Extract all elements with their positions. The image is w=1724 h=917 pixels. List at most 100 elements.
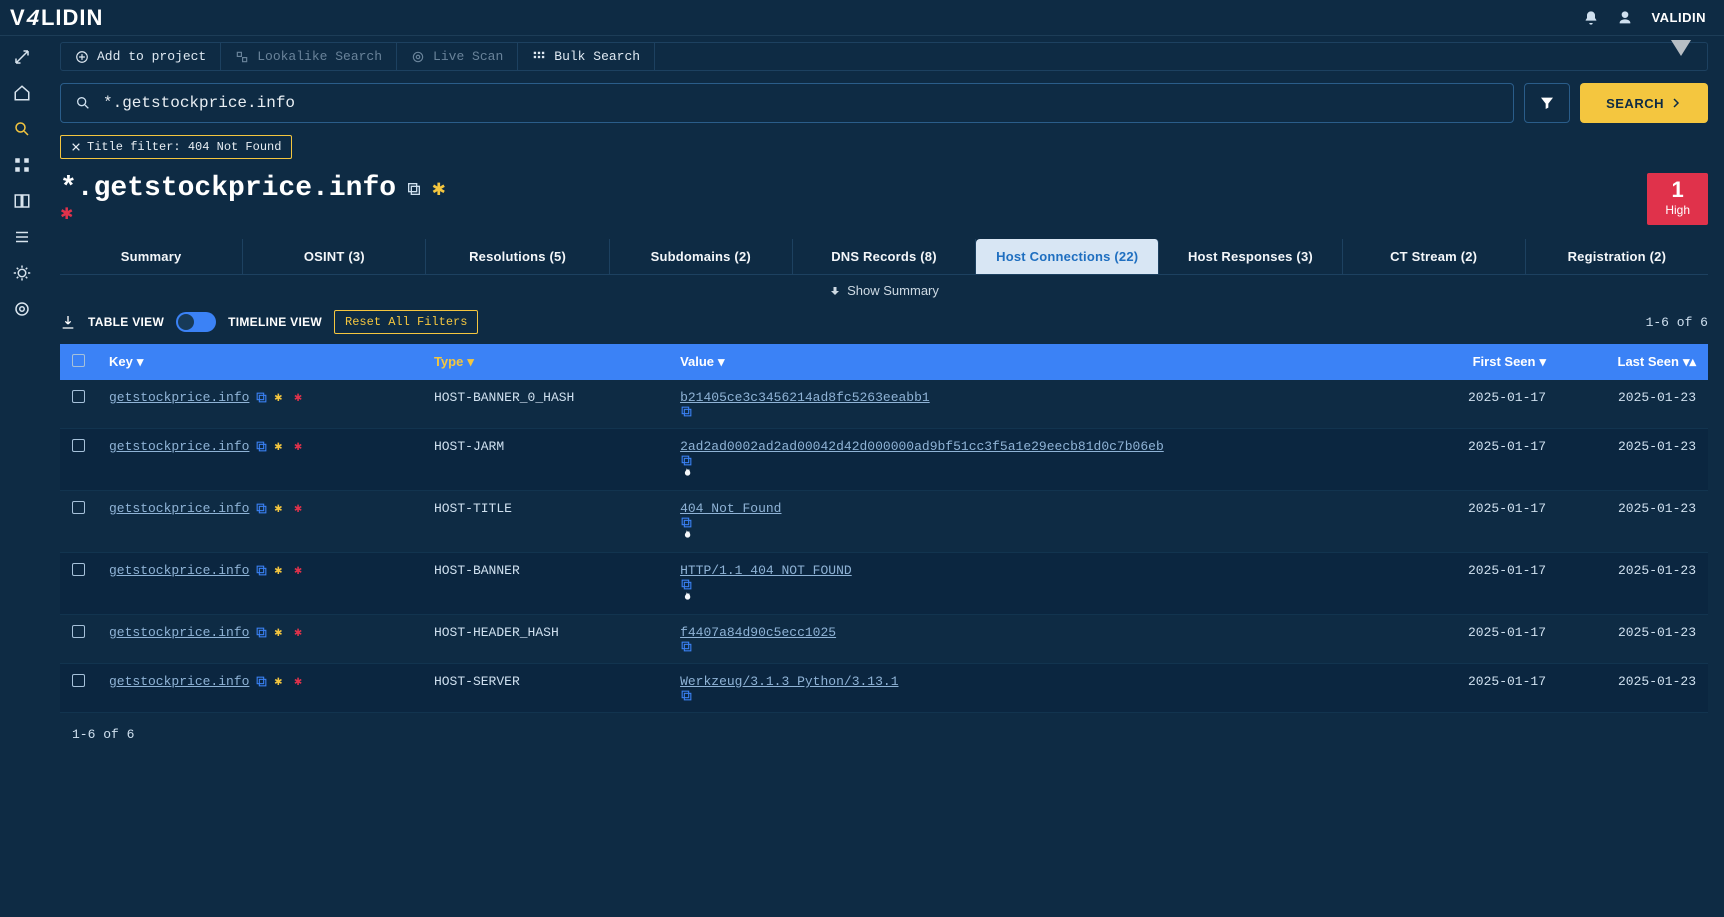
last-seen-cell: 2025-01-23 [1558, 380, 1708, 429]
value-link[interactable]: 404 Not Found [680, 501, 781, 516]
col-type[interactable]: Type▾ [422, 344, 668, 380]
table-row: getstockprice.info✱✱HOST-HEADER_HASHf440… [60, 615, 1708, 664]
bulk-search-button[interactable]: Bulk Search [518, 43, 655, 70]
filter-button[interactable] [1524, 83, 1570, 123]
view-toggle[interactable] [176, 312, 216, 332]
copy-icon[interactable] [255, 502, 268, 515]
row-checkbox[interactable] [72, 674, 85, 687]
search-button-label: SEARCH [1606, 96, 1664, 111]
lookalike-search-button[interactable]: Lookalike Search [221, 43, 397, 70]
select-all-checkbox[interactable] [72, 354, 85, 367]
copy-icon[interactable] [255, 440, 268, 453]
filter-chip[interactable]: Title filter: 404 Not Found [60, 135, 292, 159]
grid-icon[interactable] [13, 156, 31, 174]
row-checkbox[interactable] [72, 390, 85, 403]
copy-icon[interactable] [255, 391, 268, 404]
app-bar: V4LIDIN VALIDIN [0, 0, 1724, 36]
row-checkbox[interactable] [72, 625, 85, 638]
gear-icon: ✱ [294, 563, 302, 578]
last-seen-cell: 2025-01-23 [1558, 553, 1708, 615]
key-link[interactable]: getstockprice.info [109, 674, 249, 689]
first-seen-cell: 2025-01-17 [1428, 553, 1558, 615]
asterisk-icon: ✱ [274, 563, 282, 578]
key-link[interactable]: getstockprice.info [109, 439, 249, 454]
row-checkbox[interactable] [72, 439, 85, 452]
home-icon[interactable] [13, 84, 31, 102]
value-link[interactable]: 2ad2ad0002ad2ad00042d42d000000ad9bf51cc3… [680, 439, 1164, 454]
first-seen-cell: 2025-01-17 [1428, 615, 1558, 664]
tool-strip: Add to project Lookalike Search Live Sca… [60, 42, 1708, 71]
row-checkbox[interactable] [72, 563, 85, 576]
search-icon[interactable] [13, 120, 31, 138]
col-last-seen[interactable]: Last Seen▾▴ [1558, 344, 1708, 380]
col-key[interactable]: Key▾ [97, 344, 422, 380]
bookmark-icon[interactable] [1671, 40, 1691, 56]
key-link[interactable]: getstockprice.info [109, 390, 249, 405]
table-row: getstockprice.info✱✱HOST-JARM2ad2ad0002a… [60, 429, 1708, 491]
bug-icon[interactable] [13, 264, 31, 282]
type-cell: HOST-HEADER_HASH [422, 615, 668, 664]
copy-icon[interactable] [680, 689, 1416, 702]
timeline-view-label[interactable]: TIMELINE VIEW [228, 315, 322, 329]
download-icon[interactable] [60, 314, 76, 330]
key-link[interactable]: getstockprice.info [109, 501, 249, 516]
first-seen-cell: 2025-01-17 [1428, 429, 1558, 491]
results-table: Key▾ Type▾ Value▾ First Seen▾ Last Seen▾… [60, 344, 1708, 713]
key-link[interactable]: getstockprice.info [109, 625, 249, 640]
close-icon[interactable] [71, 142, 81, 152]
tab-ct-stream-2-[interactable]: CT Stream (2) [1343, 239, 1526, 274]
asterisk-icon: ✱ [274, 439, 282, 454]
show-summary-label: Show Summary [847, 283, 939, 298]
gear-icon: ✱ [60, 206, 73, 223]
arrow-down-icon [829, 285, 841, 297]
tab-registration-2-[interactable]: Registration (2) [1526, 239, 1708, 274]
show-summary-button[interactable]: Show Summary [60, 275, 1708, 306]
search-input[interactable] [103, 94, 1499, 112]
copy-icon[interactable] [680, 640, 1416, 653]
search-button[interactable]: SEARCH [1580, 83, 1708, 123]
copy-icon[interactable] [680, 454, 1416, 467]
col-value[interactable]: Value▾ [668, 344, 1428, 380]
value-link[interactable]: b21405ce3c3456214ad8fc5263eeabb1 [680, 390, 930, 405]
left-nav [0, 36, 44, 917]
tab-host-connections-22-[interactable]: Host Connections (22) [976, 239, 1159, 274]
search-box[interactable] [60, 83, 1514, 123]
tab-subdomains-2-[interactable]: Subdomains (2) [610, 239, 793, 274]
bell-icon[interactable] [1583, 10, 1599, 26]
tab-host-responses-3-[interactable]: Host Responses (3) [1159, 239, 1342, 274]
copy-icon[interactable] [680, 578, 1416, 591]
value-link[interactable]: f4407a84d90c5ecc1025 [680, 625, 836, 640]
user-icon[interactable] [1617, 10, 1633, 26]
target-icon[interactable] [13, 300, 31, 318]
tab-dns-records-8-[interactable]: DNS Records (8) [793, 239, 976, 274]
asterisk-icon: ✱ [274, 625, 282, 640]
search-row: SEARCH [60, 83, 1708, 123]
row-checkbox[interactable] [72, 501, 85, 514]
bulk-search-label: Bulk Search [554, 49, 640, 64]
table-view-label[interactable]: TABLE VIEW [88, 315, 164, 329]
copy-icon[interactable] [680, 405, 1416, 418]
panel-icon[interactable] [13, 192, 31, 210]
tab-summary[interactable]: Summary [60, 239, 243, 274]
copy-icon[interactable] [255, 626, 268, 639]
list-icon[interactable] [13, 228, 31, 246]
username[interactable]: VALIDIN [1651, 10, 1706, 25]
copy-icon[interactable] [255, 564, 268, 577]
copy-icon[interactable] [680, 516, 1416, 529]
expand-icon[interactable] [13, 48, 31, 66]
tab-resolutions-5-[interactable]: Resolutions (5) [426, 239, 609, 274]
add-to-project-button[interactable]: Add to project [61, 43, 221, 70]
first-seen-cell: 2025-01-17 [1428, 380, 1558, 429]
tab-osint-3-[interactable]: OSINT (3) [243, 239, 426, 274]
reset-filters-button[interactable]: Reset All Filters [334, 310, 478, 334]
risk-score: 1 [1665, 179, 1690, 201]
key-link[interactable]: getstockprice.info [109, 563, 249, 578]
copy-icon[interactable] [406, 181, 422, 197]
table-header: Key▾ Type▾ Value▾ First Seen▾ Last Seen▾… [60, 344, 1708, 380]
lookalike-label: Lookalike Search [257, 49, 382, 64]
copy-icon[interactable] [255, 675, 268, 688]
col-first-seen[interactable]: First Seen▾ [1428, 344, 1558, 380]
value-link[interactable]: Werkzeug/3.1.3 Python/3.13.1 [680, 674, 898, 689]
value-link[interactable]: HTTP/1.1 404 NOT FOUND [680, 563, 852, 578]
live-scan-button[interactable]: Live Scan [397, 43, 518, 70]
